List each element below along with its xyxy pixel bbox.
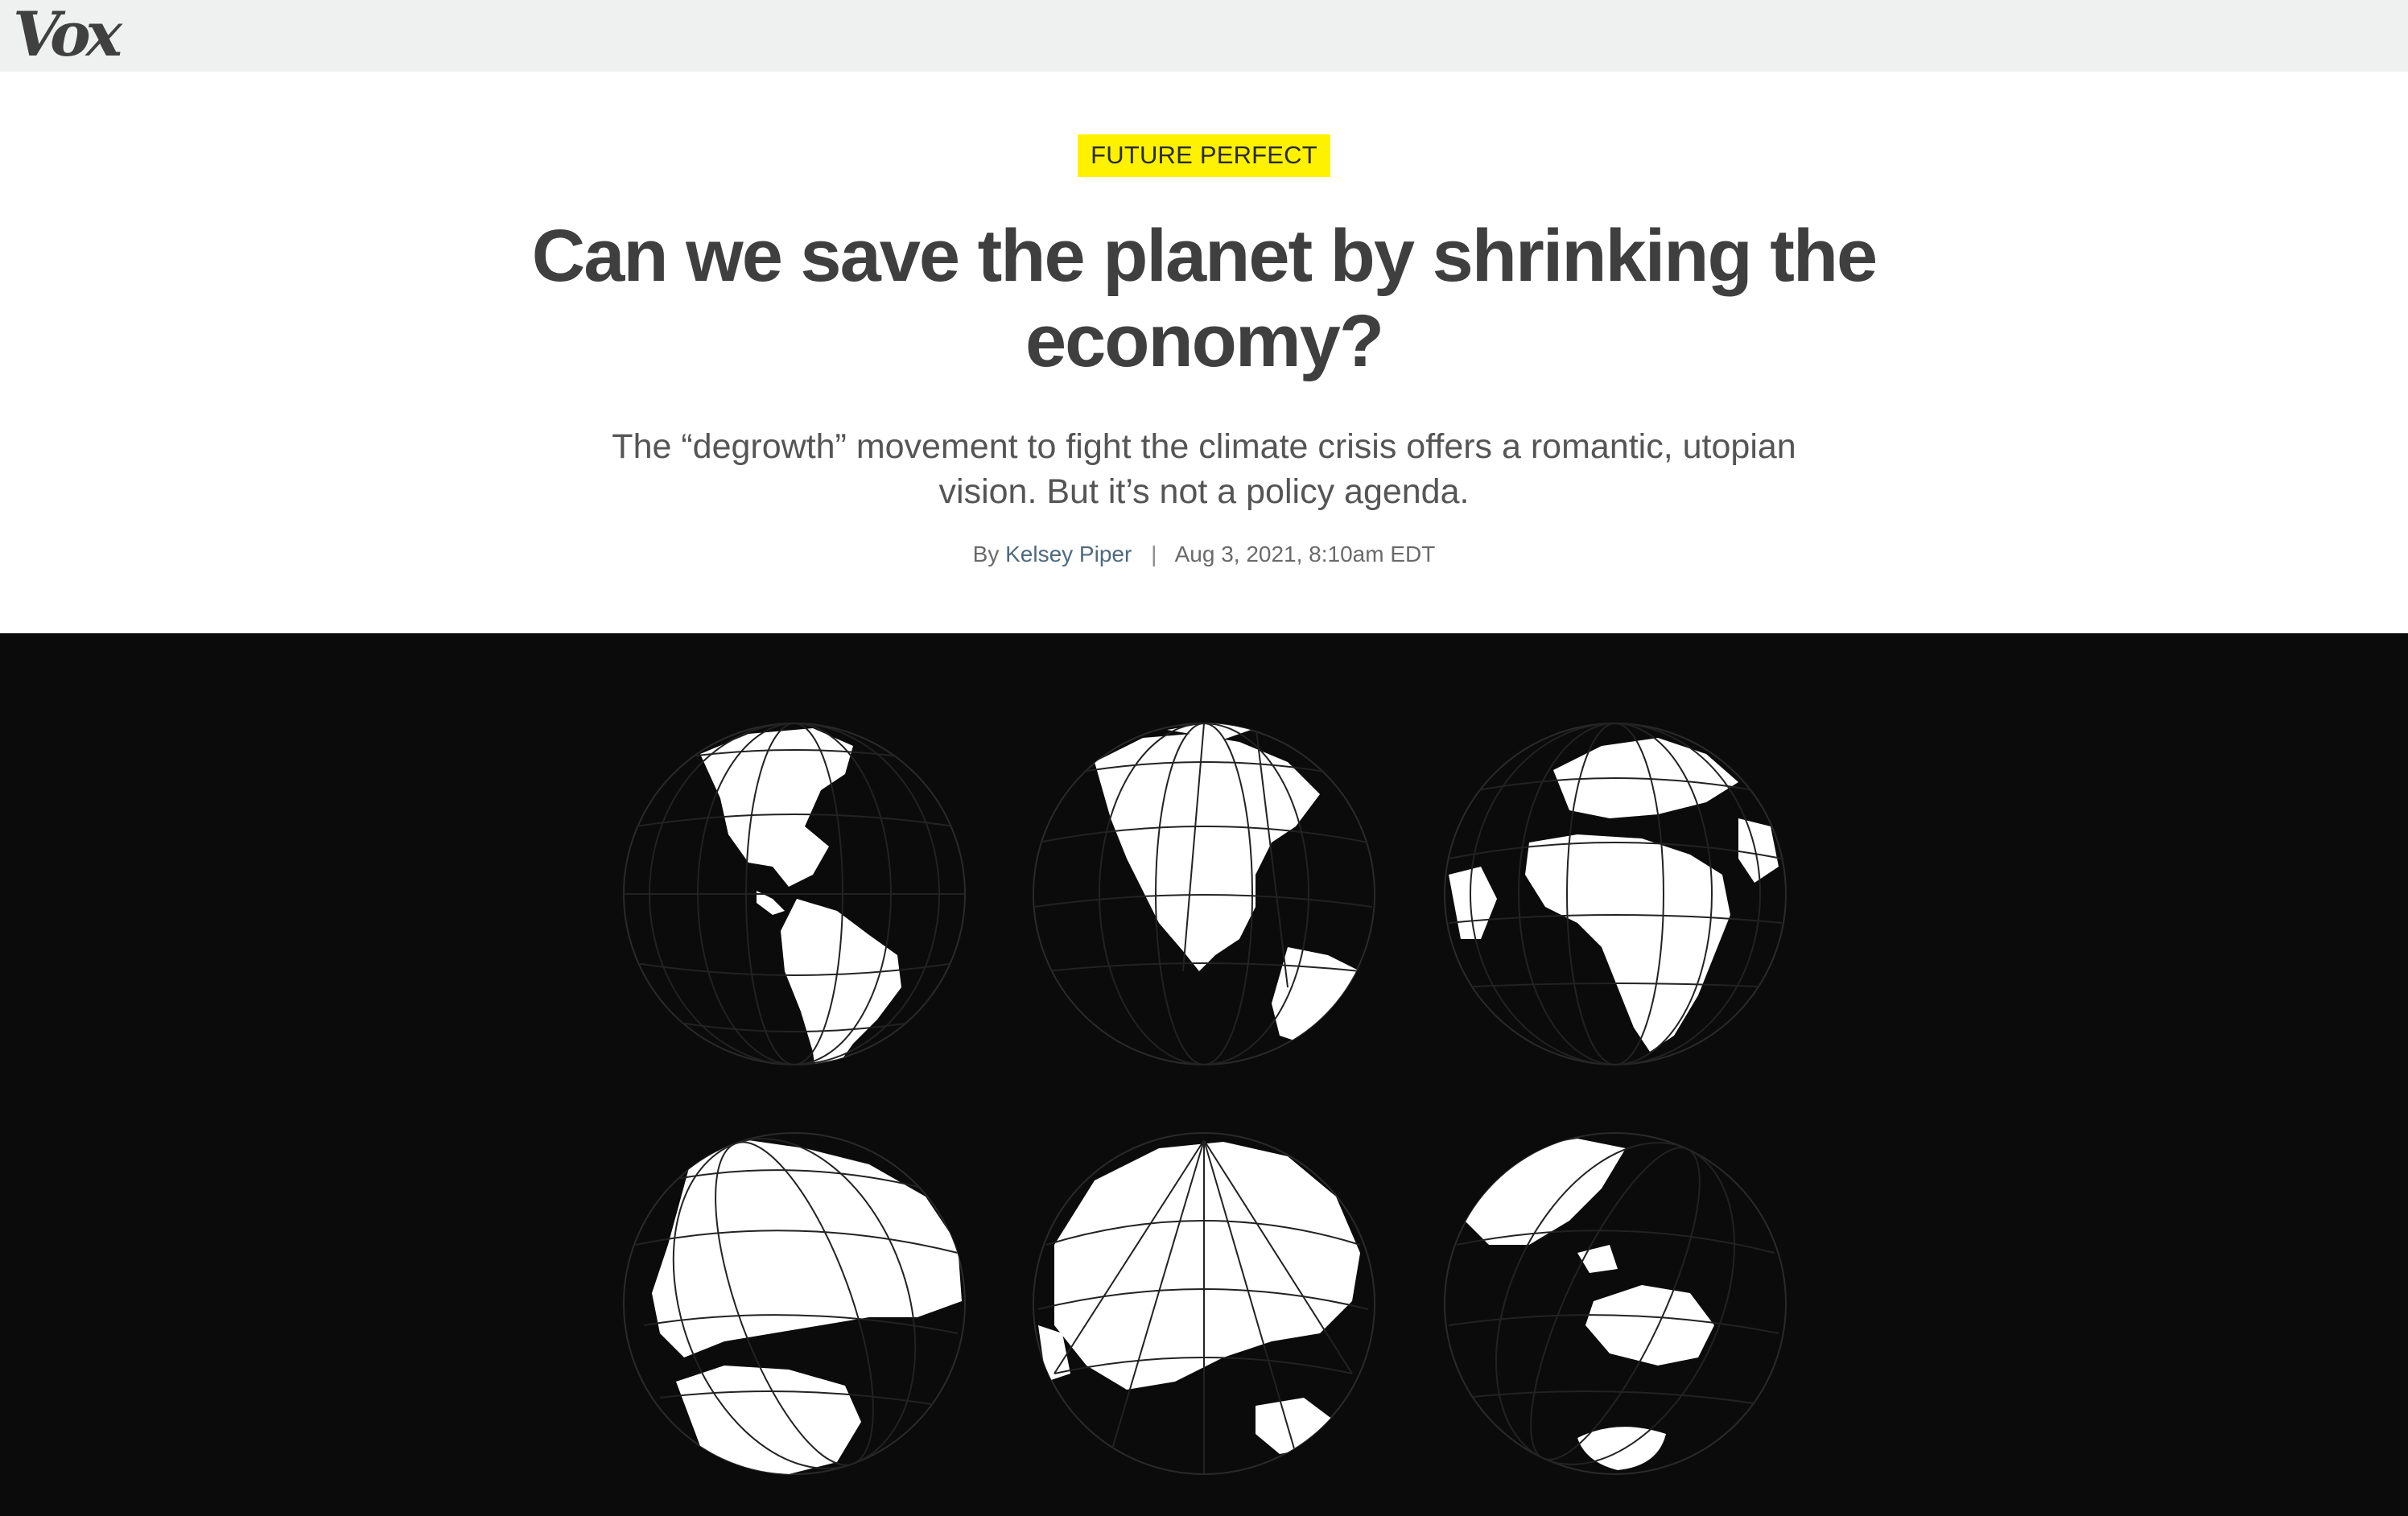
author-link[interactable]: Kelsey Piper <box>1005 542 1132 566</box>
vox-logo[interactable]: Vox <box>13 2 122 68</box>
globe-oceania <box>1444 1132 1787 1475</box>
globe-americas <box>623 723 966 1065</box>
globe-asia <box>1033 1132 1375 1475</box>
article-header: FUTURE PERFECT Can we save the planet by… <box>0 72 2408 633</box>
globes-illustration <box>623 723 1787 1475</box>
publish-timestamp: Aug 3, 2021, 8:10am EDT <box>1174 542 1436 566</box>
byline: By Kelsey Piper | Aug 3, 2021, 8:10am ED… <box>0 542 2408 567</box>
byline-prefix: By <box>972 542 1000 566</box>
article-dek: The “degrowth” movement to fight the cli… <box>612 427 1796 511</box>
globe-europe-africa <box>623 1132 966 1475</box>
byline-separator: | <box>1151 542 1157 566</box>
globe-africa-europe <box>1444 723 1787 1065</box>
section-badge[interactable]: FUTURE PERFECT <box>1078 134 1330 177</box>
section-label-wrap: FUTURE PERFECT <box>0 134 2408 177</box>
site-header: Vox <box>0 0 2408 72</box>
globe-north-america <box>1033 723 1375 1065</box>
page-title: Can we save the planet by shrinking the … <box>531 215 1878 382</box>
hero-image <box>0 633 2408 1516</box>
